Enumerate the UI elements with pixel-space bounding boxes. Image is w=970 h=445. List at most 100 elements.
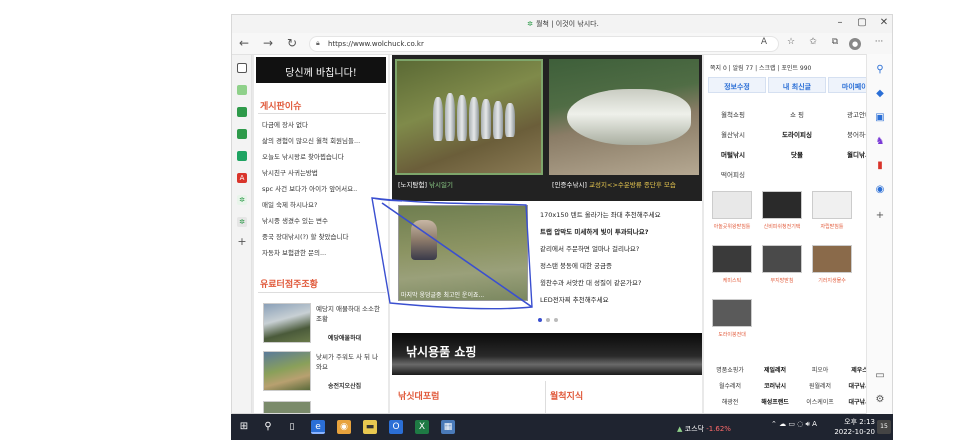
video-topic-item[interactable]: 같리에서 주문하면 얼마나 걸리나요?	[540, 243, 639, 253]
product-thumb[interactable]	[762, 191, 802, 219]
edge-browser-icon[interactable]: e	[311, 420, 325, 434]
carousel-dot[interactable]	[554, 318, 558, 322]
product-label[interactable]: 자립받침틀	[808, 223, 856, 230]
notification-badge[interactable]: 15	[877, 420, 891, 434]
maximize-button[interactable]: ▢	[854, 17, 870, 28]
tab-chat-icon[interactable]	[237, 151, 247, 161]
fishery-thumb-2[interactable]	[263, 351, 311, 391]
shop-link[interactable]: 머털낚시	[710, 149, 756, 159]
video-topic-item[interactable]: 윙찬수과 서앗칸 대 성질이 같은가요?	[540, 277, 641, 287]
fishery-text-2[interactable]: 낮씨가 주워도 사 뒤 나와요	[316, 352, 382, 372]
video-thumbnail[interactable]: 마지막 웅덩글중 최고인 운이죠...	[398, 205, 528, 301]
video-topic-item[interactable]: LED전자찌 추천해주세요	[540, 294, 609, 304]
url-input[interactable]: 🔒︎ https://www.wolchuck.co.kr	[309, 36, 779, 52]
carousel-dot-active[interactable]	[538, 318, 542, 322]
video-topic-item[interactable]: 170x150 텐트 올라가는 좌대 추천해주세요	[540, 209, 661, 219]
top-banner[interactable]: 당신께 바칩니다!	[256, 57, 386, 83]
product-label[interactable]: 기러지생물수	[808, 277, 856, 284]
tab-green-icon[interactable]	[237, 85, 247, 95]
shop-link[interactable]: 쇼 핑	[774, 109, 820, 119]
file-explorer-icon[interactable]: ▬	[363, 420, 377, 434]
product-label[interactable]: 아놀곳위왕받침틀	[708, 223, 756, 230]
photo1-caption[interactable]: [노지탐험] 낚시일기	[398, 179, 453, 189]
user-stats[interactable]: 쪽지 0 | 알림 77 | 스크랩 | 포인트 990	[710, 63, 811, 72]
profile-avatar[interactable]: ●	[849, 38, 861, 50]
my-posts-button[interactable]: 내 최신글	[768, 77, 826, 93]
partner-link[interactable]: 해성프랜드	[753, 397, 797, 406]
board-item[interactable]: 오늘도 낚시왕로 찾아뵙습니다	[262, 151, 344, 161]
shop-link[interactable]: 월산낚시	[710, 129, 756, 139]
board-item[interactable]: 중국 장대낚시(?) 할 찾았습니다	[262, 231, 348, 241]
product-label[interactable]: 무지방받침	[758, 277, 806, 284]
product-thumb[interactable]	[812, 191, 852, 219]
fishery-source-2[interactable]: 송전지오산집	[328, 381, 361, 390]
office-icon[interactable]: ▮	[874, 160, 886, 171]
photo-big-carp[interactable]	[549, 59, 699, 175]
input-language[interactable]: A	[812, 420, 817, 428]
fishery-source-1[interactable]: 예당애물하대	[328, 333, 361, 342]
product-label[interactable]: 신비피쉬청전기택	[758, 223, 806, 230]
board-item[interactable]: 다금에 장사 없다	[262, 119, 308, 129]
board-item[interactable]: spc 사건 보다가 아이가 앞어서요..	[262, 183, 357, 193]
tab-sheet-icon[interactable]	[237, 107, 247, 117]
shop-link[interactable]: 닷몰	[774, 149, 820, 159]
product-label[interactable]: 도라이붕전대	[708, 331, 756, 338]
tag-icon[interactable]: ◆	[874, 88, 886, 99]
close-button[interactable]: ✕	[876, 17, 892, 28]
refresh-icon[interactable]: ↻	[284, 36, 300, 50]
partner-link[interactable]: 명품쇼핑가	[708, 365, 752, 374]
product-thumb[interactable]	[712, 299, 752, 327]
tab-sheet2-icon[interactable]	[237, 129, 247, 139]
photo-fish-line[interactable]	[395, 59, 543, 175]
favorites-list-icon[interactable]: ✩	[806, 37, 820, 47]
forward-arrow-icon[interactable]: →	[260, 36, 276, 50]
product-label[interactable]: 케미스틱	[708, 277, 756, 284]
product-thumb[interactable]	[712, 191, 752, 219]
tab-pdf-icon[interactable]: A	[237, 173, 247, 183]
outlook-icon[interactable]: ◉	[874, 184, 886, 195]
partner-link[interactable]: 원월레저	[798, 381, 842, 390]
video-topic-item[interactable]: 트랩 압막도 미세하게 빛이 투과되나요?	[540, 226, 649, 236]
partner-link[interactable]: 월수레저	[708, 381, 752, 390]
photos-app-icon[interactable]: ▦	[441, 420, 455, 434]
edit-info-button[interactable]: 정보수정	[708, 77, 766, 93]
more-menu-icon[interactable]: ···	[872, 37, 886, 47]
outlook-app-icon[interactable]: O	[389, 420, 403, 434]
board-item[interactable]: 매일 숙제 하시나요?	[262, 199, 317, 209]
fishery-text-1[interactable]: 예당지 애물하대 소소한조황	[316, 304, 382, 324]
system-tray[interactable]: ⌃ ☁ ▭ ◌ 🔊︎ A	[771, 420, 817, 429]
partner-link[interactable]: 피오아	[798, 365, 842, 374]
favorite-star-icon[interactable]: ☆	[784, 37, 798, 47]
taskbar-search-icon[interactable]: ⚲	[261, 420, 275, 434]
carousel-dot[interactable]	[546, 318, 550, 322]
fishery-thumb-3[interactable]	[263, 401, 311, 413]
tab-site-icon[interactable]: ✲	[237, 195, 247, 205]
product-thumb[interactable]	[712, 245, 752, 273]
stock-ticker[interactable]: ▲ 코스닥 -1.62%	[677, 424, 731, 434]
collections-icon[interactable]: ⧉	[828, 37, 842, 47]
video-topic-item[interactable]: 정스탠 붕동에 대한 궁금증	[540, 260, 612, 270]
shop-link[interactable]: 떡어피싱	[710, 169, 756, 179]
board-item[interactable]: 낚시중 생겼수 있는 변수	[262, 215, 328, 225]
product-thumb[interactable]	[762, 245, 802, 273]
search-icon[interactable]: ⚲	[874, 64, 886, 75]
tab-page-icon[interactable]	[237, 63, 247, 73]
partner-link[interactable]: 해광전	[708, 397, 752, 406]
shopping-ad-banner[interactable]: 낚시용품 쇼핑	[392, 333, 702, 375]
tab-active-site-icon[interactable]: ✲	[237, 217, 247, 227]
briefcase-icon[interactable]: ▣	[874, 112, 886, 123]
minimize-button[interactable]: –	[832, 17, 848, 28]
fishery-report-title[interactable]: 유료터점주조황	[260, 277, 318, 290]
game-icon[interactable]: ♞	[874, 136, 886, 147]
read-aloud-icon[interactable]: A	[757, 37, 771, 47]
chrome-icon[interactable]: ◉	[337, 420, 351, 434]
shop-link[interactable]: 월척쇼핑	[710, 109, 756, 119]
windows-start-icon[interactable]: ⊞	[237, 420, 251, 434]
photo2-caption[interactable]: [인증수낚시] 교성지<>수운방류 종단후 모습	[552, 179, 676, 189]
board-item[interactable]: 삶의 경험이 많으신 월척 회원님들...	[262, 135, 360, 145]
product-thumb[interactable]	[812, 245, 852, 273]
shop-link[interactable]: 도라이피싱	[774, 129, 820, 139]
clock[interactable]: 오후 2:13 2022-10-20	[827, 417, 875, 437]
sidebar-layout-icon[interactable]: ▭	[874, 370, 886, 381]
task-view-icon[interactable]: ▯	[285, 420, 299, 434]
